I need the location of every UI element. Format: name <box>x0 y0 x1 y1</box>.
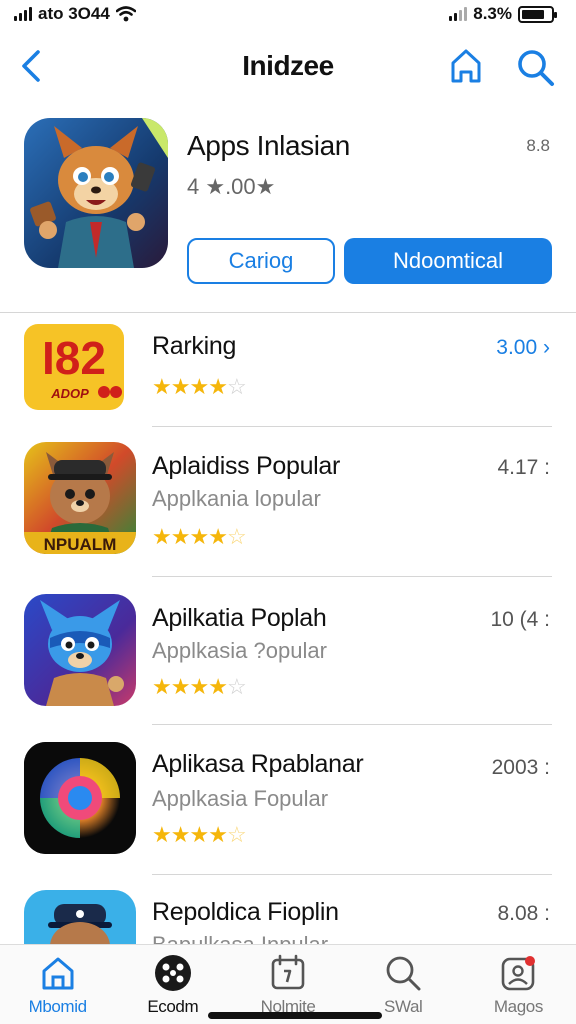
star-rating: ★★★★☆ <box>152 822 247 848</box>
tab-home[interactable]: Mbomid <box>0 945 115 1024</box>
signal-icon <box>14 7 32 21</box>
list-item[interactable]: Aplikasa Rpablanar Applkasia Fopular ★★★… <box>0 740 576 870</box>
star-icon: ★ <box>152 674 172 699</box>
list-item-meta[interactable]: 3.00 › <box>496 336 550 360</box>
secondary-action-button[interactable]: Cariog <box>187 238 335 284</box>
tab-label: Ecodm <box>147 997 199 1016</box>
star-icon: ★ <box>189 674 209 699</box>
featured-app-title: Apps Inlasian <box>187 130 350 161</box>
profile-icon <box>502 956 536 991</box>
list-item-subtitle: Applkasia Fopular <box>152 786 329 811</box>
tab-label: Magos <box>493 997 543 1016</box>
ranking-badge-text: I82 <box>42 332 106 384</box>
list-item-meta[interactable]: 10 (4 : <box>490 608 550 632</box>
star-icon: ☆ <box>226 524 247 549</box>
star-icon: ★ <box>170 822 191 847</box>
star-icon: ☆ <box>226 374 247 399</box>
list-item-meta[interactable]: 4.17 : <box>497 456 550 480</box>
star-icon: ★ <box>152 524 172 549</box>
cell-signal-icon <box>449 7 468 21</box>
star-icon: ★ <box>208 674 228 699</box>
app-icon: NPUALM <box>24 442 136 554</box>
home-icon <box>42 957 74 990</box>
home-icon[interactable] <box>446 46 486 86</box>
list-item-title: Apilkatia Poplah <box>152 604 327 632</box>
battery-icon <box>518 5 557 23</box>
list-item-title: Rarking <box>152 332 237 360</box>
star-icon: ☆ <box>226 822 247 847</box>
featured-app: Apps Inlasian 8.8 4 ★.00★ Cariog Ndoomti… <box>0 110 576 310</box>
search-icon <box>386 956 421 991</box>
star-icon: ★ <box>152 822 172 847</box>
star-rating: ★★★★☆ <box>152 524 247 550</box>
row-divider <box>152 576 552 577</box>
list-item[interactable]: Repoldica Fioplin Bapulkasa Inpular 8.08… <box>0 888 576 944</box>
battery-percent: 8.3% <box>473 4 512 23</box>
search-icon[interactable] <box>514 46 556 88</box>
download-button[interactable]: Ndoomtical <box>344 238 552 284</box>
list-item-subtitle: Applkasia ?opular <box>152 638 327 663</box>
page-title: Inidzee <box>242 50 334 81</box>
star-icon: ★ <box>152 374 172 399</box>
star-icon: ★ <box>208 524 228 549</box>
star-rating: ★★★★☆ <box>152 674 247 700</box>
list-item[interactable]: NPUALM Aplaidiss Popular Applkania lopul… <box>0 440 576 570</box>
star-rating: ★★★★☆ <box>152 374 247 400</box>
list-item-meta[interactable]: 2003 : <box>492 756 550 780</box>
featured-app-icon[interactable] <box>24 118 168 268</box>
list-item[interactable]: Apilkatia Poplah Applkasia ?opular ★★★★☆… <box>0 592 576 722</box>
star-icon: ★ <box>170 374 191 399</box>
carrier-label: ato 3O44 <box>38 4 110 23</box>
list-item-subtitle: Applkania lopular <box>152 486 321 511</box>
list-item-subtitle: Bapulkasa Inpular <box>152 932 328 944</box>
tab-profile[interactable]: Magos <box>461 945 576 1024</box>
row-divider <box>152 874 552 875</box>
star-icon: ★ <box>189 822 209 847</box>
app-icon <box>24 890 136 944</box>
list-item-title: Repoldica Fioplin <box>152 898 339 926</box>
tab-label: SWal <box>384 997 423 1016</box>
row-divider <box>152 724 552 725</box>
nav-bar: Inidzee <box>0 36 576 98</box>
star-icon: ☆ <box>226 674 247 699</box>
star-icon: ★ <box>170 524 191 549</box>
status-left: ato 3O44 <box>14 4 136 24</box>
list-item[interactable]: I82 ADOP Rarking ★★★★☆ 3.00 › <box>0 320 576 426</box>
featured-app-rating: 4 ★.00★ <box>187 174 276 199</box>
battery-fill <box>522 9 545 19</box>
star-icon: ★ <box>208 822 228 847</box>
games-icon <box>154 955 191 991</box>
status-bar: ato 3O44 8.3% <box>0 0 576 28</box>
ranking-icon: I82 ADOP <box>24 324 124 410</box>
section-divider <box>0 312 576 313</box>
list-item-title: Aplikasa Rpablanar <box>152 750 364 778</box>
calendar-icon <box>271 954 305 990</box>
star-icon: ★ <box>189 524 209 549</box>
featured-app-size: 8.8 <box>526 136 550 155</box>
wifi-icon <box>115 6 136 22</box>
star-icon: ★ <box>208 374 228 399</box>
app-icon <box>24 594 136 706</box>
popular-banner-text: NPUALM <box>44 535 117 554</box>
star-icon: ★ <box>170 674 191 699</box>
app-icon <box>24 742 136 854</box>
row-divider <box>152 426 552 427</box>
tab-label: Mbomid <box>28 997 87 1016</box>
status-right: 8.3% <box>449 4 557 24</box>
list-item-title: Aplaidiss Popular <box>152 452 341 480</box>
star-icon: ★ <box>189 374 209 399</box>
list-item-meta[interactable]: 8.08 : <box>497 902 550 926</box>
ranking-badge-sub: ADOP <box>50 386 89 401</box>
home-indicator[interactable] <box>208 1012 382 1019</box>
